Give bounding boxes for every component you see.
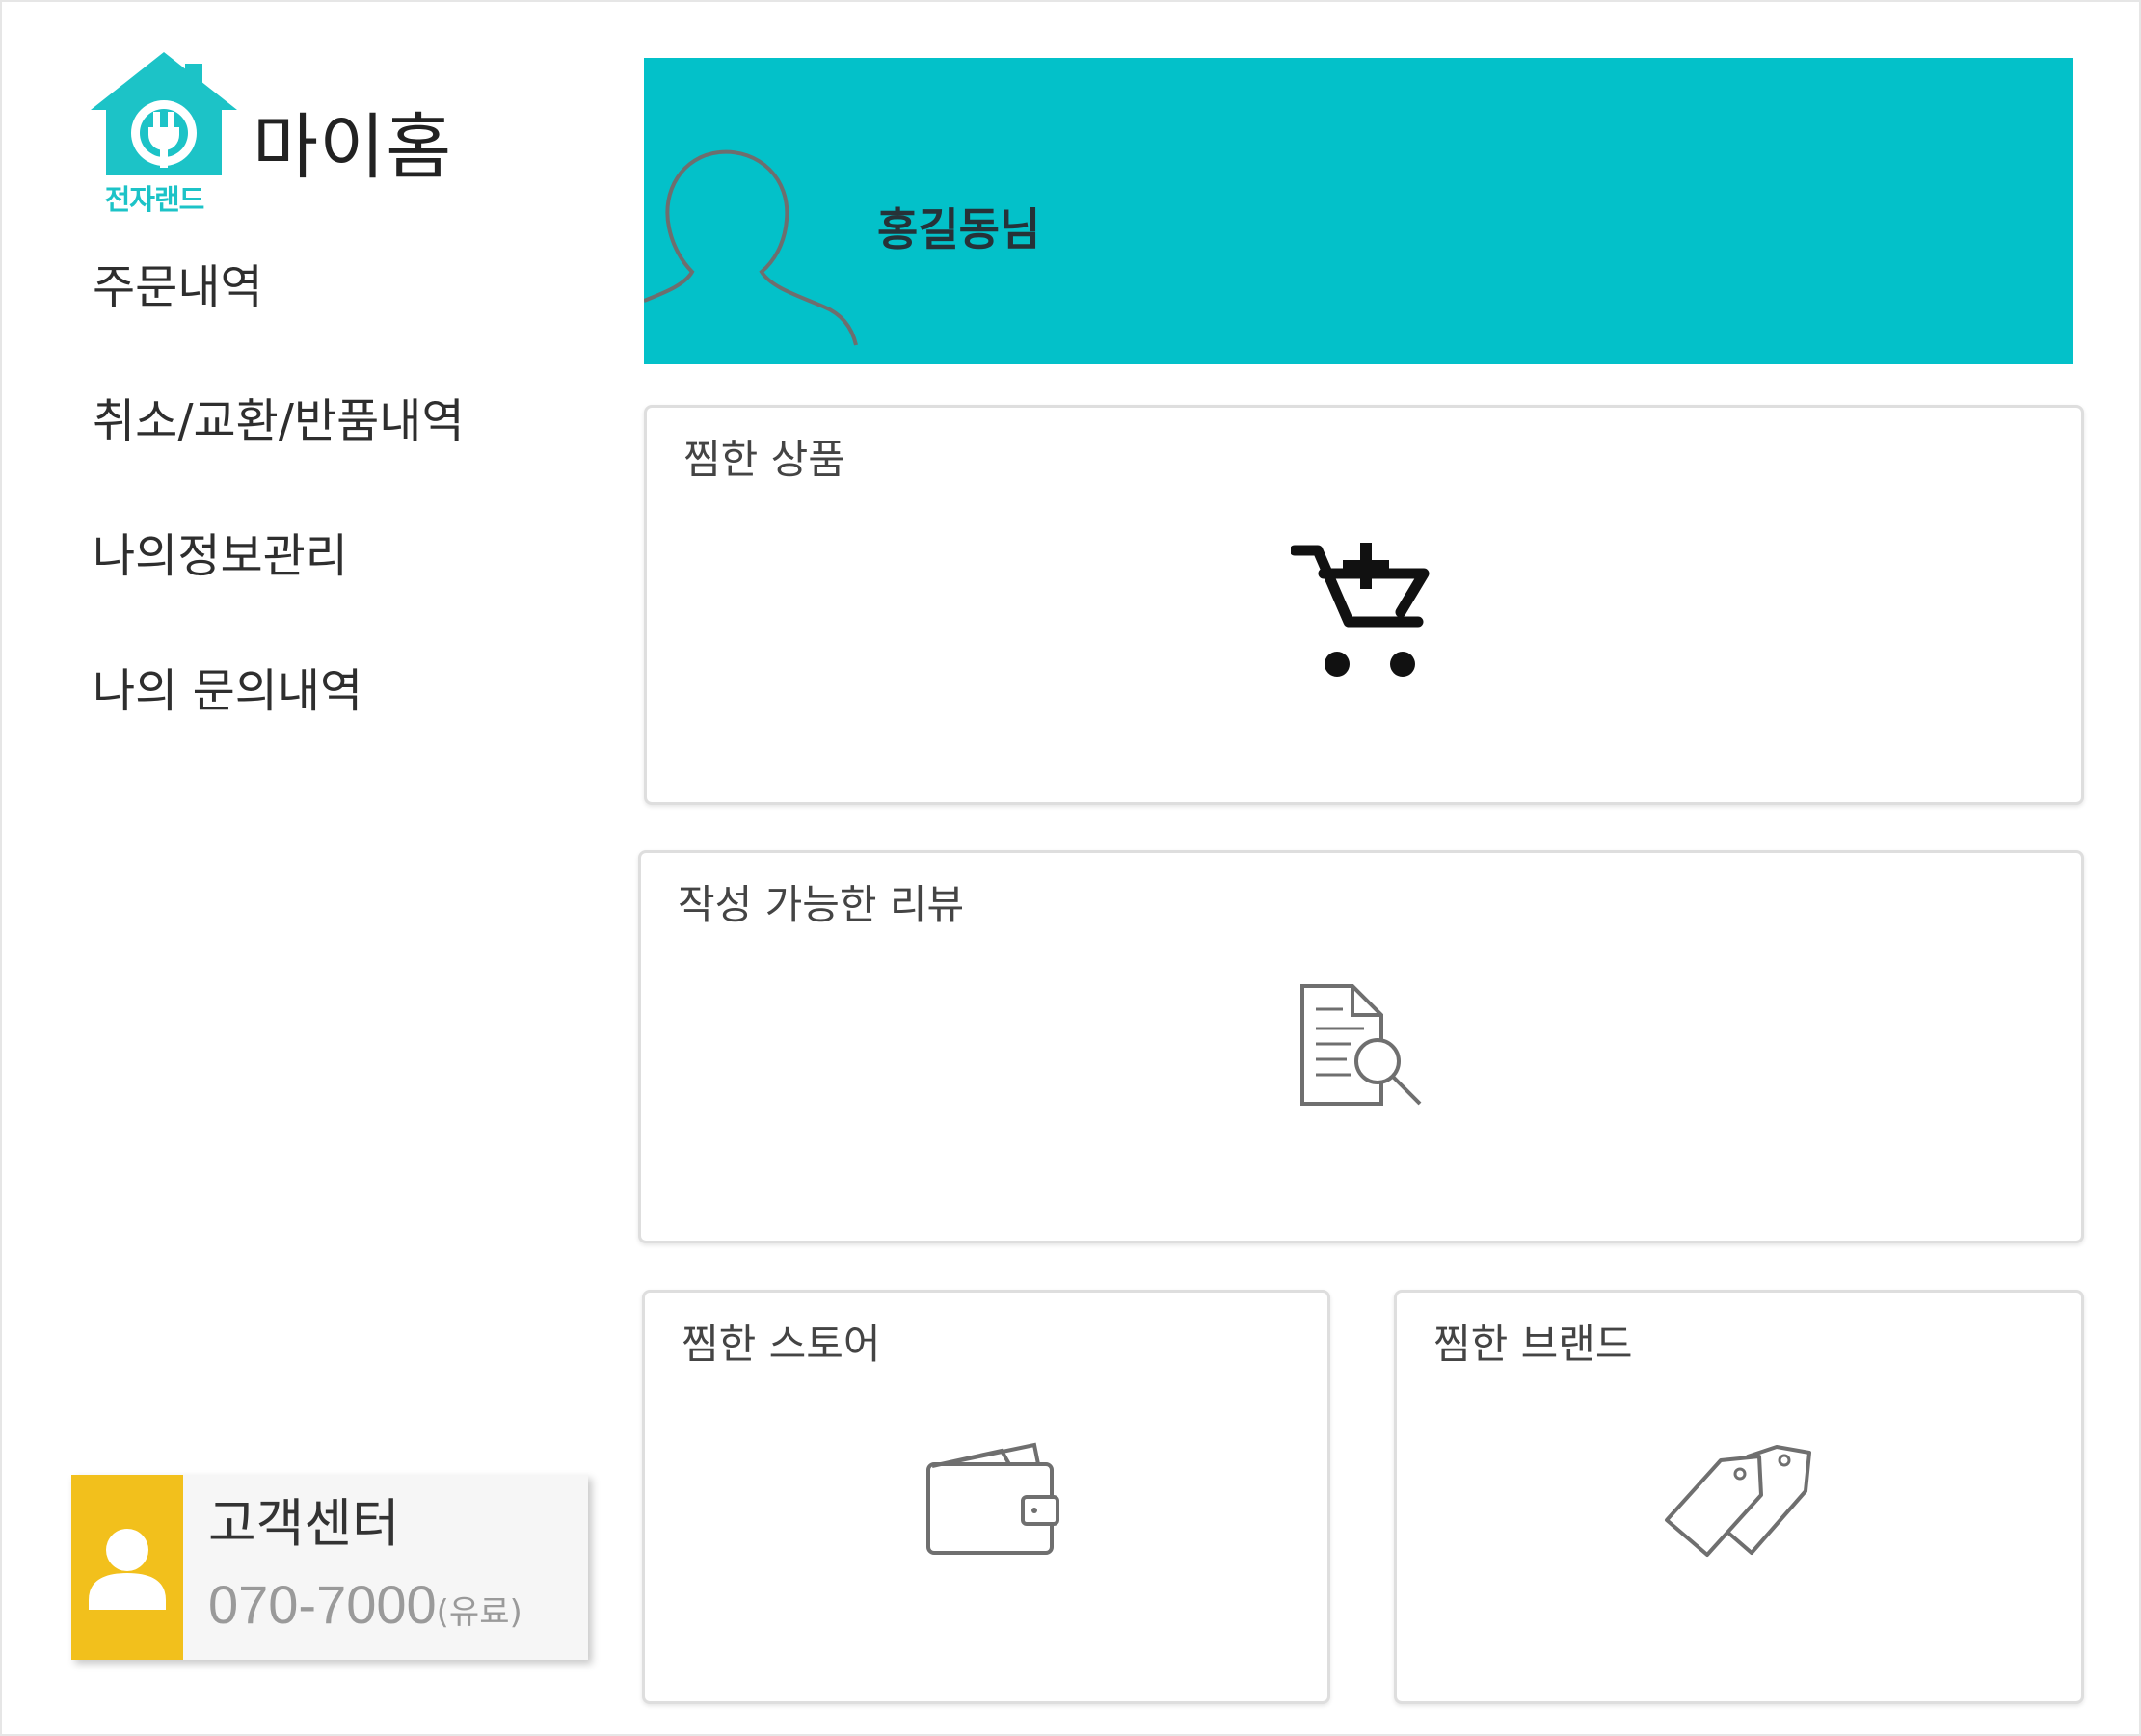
wallet-icon — [926, 1442, 1059, 1555]
wishlist-products-card[interactable]: 찜한 상품 — [644, 405, 2084, 805]
customer-center-phone: 070-7000(유료) — [208, 1571, 522, 1646]
writable-reviews-card[interactable]: 작성 가능한 리뷰 — [638, 850, 2084, 1243]
house-plug-icon — [91, 52, 237, 175]
wishlist-stores-title: 찜한 스토어 — [682, 1321, 881, 1368]
wishlist-products-title: 찜한 상품 — [683, 436, 845, 483]
menu-item-cancel-exchange-return[interactable]: 취소/교환/반품내역 — [93, 392, 465, 450]
customer-center-icon-block — [71, 1475, 183, 1660]
customer-center-title: 고객센터 — [208, 1493, 400, 1554]
menu-item-my-info[interactable]: 나의정보관리 — [93, 527, 348, 585]
writable-reviews-title: 작성 가능한 리뷰 — [678, 881, 965, 928]
phone-number: 070-7000 — [208, 1574, 437, 1635]
brand-text: 전자랜드 — [104, 183, 205, 216]
wishlist-brands-card[interactable]: 찜한 브랜드 — [1394, 1290, 2084, 1704]
document-search-icon — [1300, 984, 1422, 1106]
customer-center-box[interactable]: 고객센터 070-7000(유료) — [71, 1475, 588, 1660]
price-tags-icon — [1665, 1445, 1811, 1557]
page-title: 마이홈 — [253, 106, 453, 189]
wishlist-stores-card[interactable]: 찜한 스토어 — [642, 1290, 1330, 1704]
profile-banner[interactable]: 홍길동님 — [644, 58, 2073, 364]
wishlist-brands-title: 찜한 브랜드 — [1433, 1321, 1633, 1368]
user-name: 홍길동님 — [877, 203, 1041, 255]
avatar-silhouette-icon — [644, 149, 858, 346]
cart-plus-icon — [1291, 543, 1430, 677]
phone-paid-note: (유료) — [436, 1593, 522, 1632]
menu-item-orders[interactable]: 주문내역 — [93, 258, 263, 316]
person-icon — [89, 1529, 166, 1610]
menu-item-my-inquiries[interactable]: 나의 문의내역 — [93, 662, 362, 720]
brand-logo[interactable]: 전자랜드 — [87, 50, 260, 219]
